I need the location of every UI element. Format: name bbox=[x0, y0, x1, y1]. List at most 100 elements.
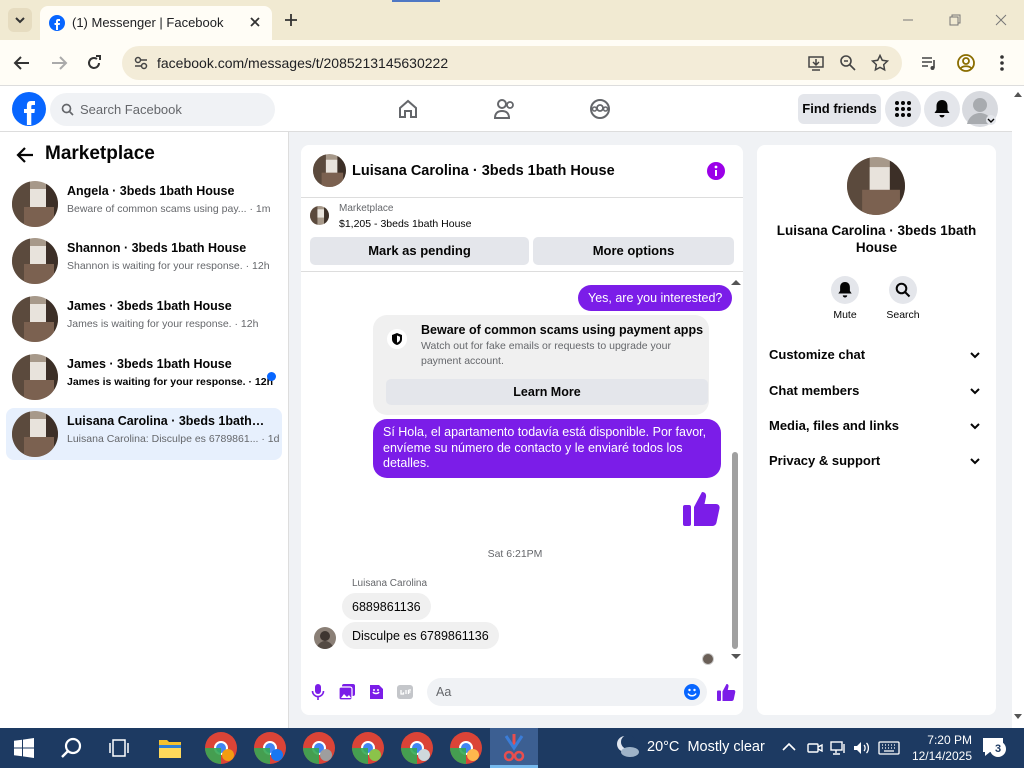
message-composer-input[interactable]: Aa bbox=[427, 678, 707, 706]
find-friends-button[interactable]: Find friends bbox=[798, 94, 881, 124]
conversation-avatar bbox=[12, 181, 58, 227]
photo-icon[interactable] bbox=[339, 684, 355, 700]
chrome-profile-1-icon[interactable] bbox=[205, 732, 237, 764]
facebook-logo-icon[interactable] bbox=[12, 92, 46, 126]
taskbar-search-icon[interactable] bbox=[60, 736, 84, 760]
chevron-up-icon[interactable] bbox=[782, 741, 796, 753]
like-send-icon[interactable] bbox=[716, 682, 736, 702]
file-explorer-icon[interactable] bbox=[158, 737, 182, 759]
message-line: detalles. bbox=[383, 456, 430, 470]
media-control-icon[interactable] bbox=[920, 54, 938, 72]
network-icon[interactable] bbox=[830, 740, 848, 756]
thumbs-up-icon[interactable] bbox=[681, 488, 721, 528]
back-arrow-icon[interactable] bbox=[16, 147, 34, 163]
bookmark-star-icon[interactable] bbox=[871, 54, 889, 72]
weather-text[interactable]: 20°C Mostly clear bbox=[647, 739, 765, 755]
volume-icon[interactable] bbox=[853, 740, 871, 756]
page-scrollbar[interactable] bbox=[1012, 86, 1024, 728]
chat-scrollbar-thumb[interactable] bbox=[732, 452, 738, 649]
restore-icon[interactable] bbox=[947, 12, 963, 28]
browser-menu-icon[interactable] bbox=[994, 53, 1010, 73]
new-tab-plus-icon[interactable] bbox=[283, 12, 299, 28]
scroll-up-icon[interactable] bbox=[1014, 91, 1022, 97]
facebook-search-input[interactable]: Search Facebook bbox=[50, 93, 275, 126]
contact-name: Luisana Carolina · 3beds 1bath House bbox=[757, 222, 996, 256]
notifications-button[interactable] bbox=[924, 91, 960, 127]
scam-warning-text: payment account. bbox=[421, 355, 504, 367]
tab-search-button[interactable] bbox=[8, 8, 32, 32]
home-icon[interactable] bbox=[397, 98, 419, 120]
conversation-item[interactable]: James · 3beds 1bath House James is waitin… bbox=[6, 351, 282, 403]
weather-moon-cloud-icon[interactable] bbox=[614, 734, 640, 760]
search-label: Search bbox=[886, 309, 920, 321]
message-outgoing[interactable]: Sí Hola, el apartamento todavía está dis… bbox=[373, 419, 721, 478]
facebook-favicon-icon bbox=[49, 15, 65, 31]
unread-dot bbox=[267, 372, 276, 381]
conversation-item[interactable]: James · 3beds 1bath House James is waitin… bbox=[6, 293, 282, 345]
friends-icon[interactable] bbox=[493, 98, 517, 120]
learn-more-button[interactable]: Learn More bbox=[386, 379, 708, 405]
sender-avatar[interactable] bbox=[314, 627, 336, 649]
conversation-item[interactable]: Shannon · 3beds 1bath House Shannon is wa… bbox=[6, 235, 282, 287]
info-icon[interactable] bbox=[707, 162, 725, 180]
chat-members-section[interactable]: Chat members bbox=[769, 383, 987, 398]
chrome-profile-4-icon[interactable] bbox=[352, 732, 384, 764]
message-incoming[interactable]: Disculpe es 6789861136 bbox=[342, 622, 499, 649]
search-in-chat-button[interactable] bbox=[889, 276, 917, 304]
listing-price[interactable]: $1,205 - 3beds 1bath House bbox=[339, 218, 472, 230]
profile-icon[interactable] bbox=[956, 53, 976, 73]
chrome-profile-3-icon[interactable] bbox=[303, 732, 335, 764]
meet-now-icon[interactable] bbox=[807, 740, 823, 756]
conversation-item[interactable]: Luisana Carolina · 3beds 1bath Ho... Luis… bbox=[6, 408, 282, 460]
mute-button[interactable] bbox=[831, 276, 859, 304]
media-files-links-section[interactable]: Media, files and links bbox=[769, 418, 987, 433]
listing-thumbnail[interactable] bbox=[310, 206, 329, 225]
chrome-profile-5-icon[interactable] bbox=[401, 732, 433, 764]
mark-as-pending-button[interactable]: Mark as pending bbox=[310, 237, 529, 265]
zoom-icon[interactable] bbox=[839, 54, 857, 72]
back-arrow-icon[interactable] bbox=[13, 55, 31, 71]
menu-grid-icon bbox=[895, 101, 911, 117]
conversation-snippet: Luisana Carolina: Disculpe es 6789861...… bbox=[67, 433, 279, 445]
snipping-tool-icon[interactable] bbox=[500, 732, 528, 764]
chevron-down-icon bbox=[970, 388, 980, 395]
browser-tab[interactable]: (1) Messenger | Facebook bbox=[40, 6, 272, 40]
chrome-profile-2-icon[interactable] bbox=[254, 732, 286, 764]
chevron-down-icon bbox=[970, 423, 980, 430]
sticker-icon[interactable] bbox=[368, 684, 384, 700]
gif-icon[interactable] bbox=[397, 684, 413, 700]
conversation-item[interactable]: Angela · 3beds 1bath House Beware of comm… bbox=[6, 178, 282, 230]
omnibox[interactable]: facebook.com/messages/t/2085213145630222 bbox=[122, 46, 902, 80]
scroll-down-icon[interactable] bbox=[1014, 714, 1022, 720]
groups-icon[interactable] bbox=[589, 98, 611, 120]
close-icon[interactable] bbox=[248, 15, 262, 29]
forward-arrow-icon[interactable] bbox=[50, 55, 68, 71]
more-options-button[interactable]: More options bbox=[533, 237, 734, 265]
microphone-icon[interactable] bbox=[311, 684, 325, 700]
customize-chat-section[interactable]: Customize chat bbox=[769, 347, 987, 362]
account-chevron-icon[interactable] bbox=[985, 115, 997, 125]
install-app-icon[interactable] bbox=[807, 54, 825, 72]
contact-name-line: Luisana Carolina · 3beds 1bath bbox=[776, 223, 977, 238]
windows-start-icon[interactable] bbox=[14, 738, 34, 758]
privacy-support-section[interactable]: Privacy & support bbox=[769, 453, 987, 468]
chrome-profile-6-icon[interactable] bbox=[450, 732, 482, 764]
contact-avatar[interactable] bbox=[847, 157, 905, 215]
task-view-icon[interactable] bbox=[109, 738, 129, 758]
chat-header-name[interactable]: Luisana Carolina · 3beds 1bath House bbox=[352, 163, 615, 179]
chat-scroll-up-icon[interactable] bbox=[731, 279, 741, 285]
clock-time: 7:20 PM bbox=[927, 733, 972, 747]
message-outgoing[interactable]: Yes, are you interested? bbox=[578, 285, 733, 311]
minimize-icon[interactable] bbox=[900, 12, 916, 28]
chat-avatar[interactable] bbox=[313, 154, 346, 187]
keyboard-icon[interactable] bbox=[878, 741, 900, 755]
window-close-icon[interactable] bbox=[993, 12, 1009, 28]
message-incoming[interactable]: 6889861136 bbox=[342, 593, 431, 620]
reload-icon[interactable] bbox=[85, 54, 103, 72]
menu-button[interactable] bbox=[885, 91, 921, 127]
system-clock[interactable]: 7:20 PM 12/14/2025 bbox=[910, 732, 972, 764]
chat-scroll-down-icon[interactable] bbox=[731, 654, 741, 660]
emoji-icon[interactable] bbox=[684, 684, 700, 700]
site-settings-icon[interactable] bbox=[133, 55, 149, 71]
listing-photo-icon bbox=[313, 154, 346, 187]
